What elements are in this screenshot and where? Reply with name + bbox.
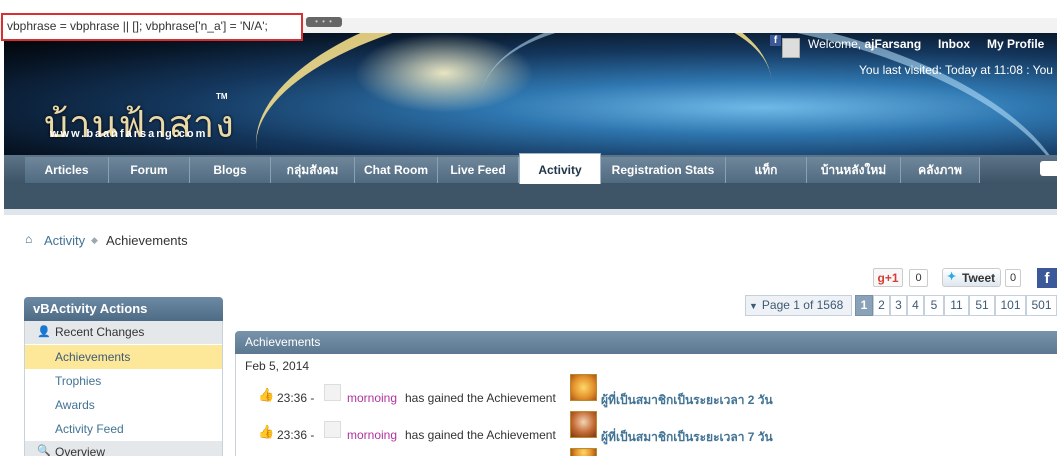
sub-navbar: [4, 184, 1057, 209]
activity-text: has gained the Achievement: [405, 428, 556, 442]
sidebar-item-activity-feed[interactable]: Activity Feed: [25, 417, 222, 441]
username-link[interactable]: ajFarsang: [864, 37, 921, 51]
nav-search-input[interactable]: [1040, 161, 1057, 176]
tab-blogs[interactable]: Blogs: [190, 157, 271, 183]
page-link[interactable]: 11: [944, 295, 969, 316]
site-logo-url[interactable]: www.baanfarsang.com: [50, 128, 207, 140]
sidebar-item-trophies[interactable]: Trophies: [25, 369, 222, 393]
site-logo-text[interactable]: บ้านฟ้าสาง: [44, 93, 235, 154]
sidebar-item-awards[interactable]: Awards: [25, 393, 222, 417]
debug-phrase-box: vbphrase = vbphrase || []; vbphrase['n_a…: [1, 13, 303, 41]
my-profile-link[interactable]: My Profile: [987, 37, 1044, 51]
breadcrumb-activity-link[interactable]: Activity: [44, 233, 85, 248]
achievement-link[interactable]: ผู้ที่เป็นสมาชิกเป็นระยะเวลา 7 วัน: [601, 428, 773, 447]
welcome-prefix: Welcome,: [808, 37, 862, 51]
tab-forum[interactable]: Forum: [109, 157, 190, 183]
facebook-icon[interactable]: f: [770, 35, 781, 46]
debug-phrase-text: vbphrase = vbphrase || []; vbphrase['n_a…: [7, 19, 268, 33]
google-plus-button[interactable]: g+1: [873, 268, 903, 287]
sidebar-item-achievements[interactable]: Achievements: [25, 345, 222, 369]
last-visited-text: You last visited: Today at 11:08 : You: [859, 63, 1053, 77]
tweet-label: Tweet: [962, 271, 996, 285]
thumbs-up-icon: 👍: [258, 387, 275, 402]
page-link[interactable]: 5: [924, 295, 944, 316]
tab-registration-stats[interactable]: Registration Stats: [601, 157, 726, 183]
achievement-badge-icon[interactable]: [570, 411, 597, 438]
user-avatar[interactable]: [782, 38, 800, 58]
sidebar-category-label: Recent Changes: [55, 325, 145, 339]
achievement-link[interactable]: ผู้ที่เป็นสมาชิกเป็นระยะเวลา 2 วัน: [601, 391, 773, 410]
page-link[interactable]: 501: [1026, 295, 1057, 316]
sidebar-category-label: Overview: [55, 445, 106, 456]
activity-user-link[interactable]: mornoing: [347, 391, 397, 405]
header-banner: บ้านฟ้าสาง TM www.baanfarsang.com: [4, 33, 1057, 157]
tweet-button[interactable]: ✦ Tweet: [942, 268, 1001, 287]
google-plus-count: 0: [909, 269, 928, 287]
page-link[interactable]: 2: [873, 295, 890, 316]
activity-date: Feb 5, 2014: [245, 359, 310, 373]
breadcrumb-current: Achievements: [106, 233, 188, 248]
tab-social-groups[interactable]: กลุ่มสังคม: [271, 157, 355, 183]
site-logo-tm: TM: [216, 92, 228, 101]
sidebar-title: vBActivity Actions: [24, 297, 223, 321]
user-avatar-small[interactable]: [324, 421, 341, 438]
twitter-bird-icon: ✦: [947, 271, 957, 283]
activity-time: 23:36 -: [277, 391, 315, 405]
thumbs-up-icon: 👍: [258, 424, 275, 439]
activity-time: 23:36 -: [277, 428, 315, 442]
tab-gallery[interactable]: คลังภาพ: [901, 157, 980, 183]
tab-activity[interactable]: Activity: [519, 153, 601, 184]
page-link[interactable]: 4: [907, 295, 924, 316]
page-link[interactable]: 51: [969, 295, 995, 316]
caret-down-icon: ▼: [749, 301, 758, 311]
achievement-badge-icon[interactable]: [570, 448, 597, 456]
welcome-text: Welcome, ajFarsang: [808, 37, 921, 51]
tab-articles[interactable]: Articles: [25, 157, 109, 183]
search-icon: 🔍: [37, 445, 51, 456]
tab-chat-room[interactable]: Chat Room: [355, 157, 438, 183]
sidebar-category-overview[interactable]: 🔍 Overview: [25, 441, 222, 456]
page-info-dropdown[interactable]: ▼ Page 1 of 1568: [745, 295, 852, 316]
tab-tags[interactable]: แท็ก: [726, 157, 807, 183]
page-info-text: Page 1 of 1568: [761, 298, 844, 312]
tweet-count: 0: [1005, 269, 1021, 287]
sub-navbar-divider: [4, 209, 1057, 215]
home-icon[interactable]: ⌂: [25, 233, 36, 245]
sidebar-category-recent-changes[interactable]: 👤 Recent Changes: [25, 321, 222, 344]
page-link[interactable]: 101: [995, 295, 1026, 316]
activity-text: has gained the Achievement: [405, 391, 556, 405]
page-link[interactable]: 3: [890, 295, 907, 316]
inbox-link[interactable]: Inbox: [938, 37, 970, 51]
user-avatar-small[interactable]: [324, 384, 341, 401]
facebook-share-button[interactable]: f: [1037, 268, 1057, 288]
section-title: Achievements: [235, 331, 1057, 354]
debug-more-indicator: • • •: [306, 17, 342, 27]
tab-new-home[interactable]: บ้านหลังใหม่: [807, 157, 901, 183]
page-link-current[interactable]: 1: [855, 295, 873, 316]
person-icon: 👤: [37, 326, 51, 338]
tab-live-feed[interactable]: Live Feed: [438, 157, 519, 183]
banner-swirl: [452, 33, 1057, 157]
activity-user-link[interactable]: mornoing: [347, 428, 397, 442]
breadcrumb-separator-icon: ◆: [91, 235, 98, 245]
achievement-badge-icon[interactable]: [570, 374, 597, 401]
